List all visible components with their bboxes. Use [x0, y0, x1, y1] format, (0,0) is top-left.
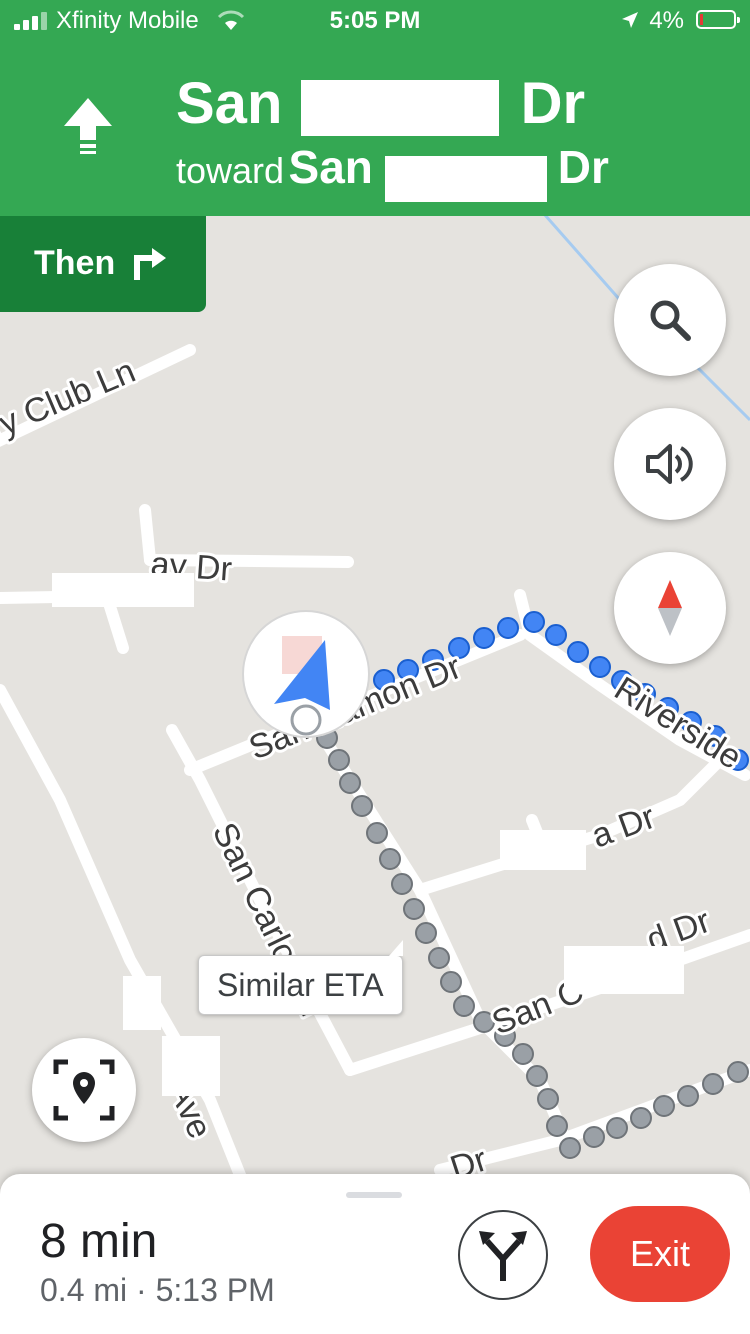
- volume-icon: [646, 444, 693, 484]
- status-bar: Xfinity Mobile 5:05 PM 4%: [0, 0, 750, 40]
- toward-label: toward: [176, 150, 285, 191]
- then-label: Then: [34, 244, 116, 282]
- next-maneuver-card[interactable]: Then: [0, 216, 206, 312]
- battery-icon: [696, 10, 740, 29]
- straight-arrow-icon: [64, 98, 112, 154]
- recenter-button[interactable]: [32, 1038, 136, 1142]
- primary-street-suffix: Dr: [520, 71, 586, 136]
- trip-details: 0.4 mi · 5:13 PM: [40, 1272, 275, 1308]
- redacted-text: [385, 155, 548, 202]
- search-button[interactable]: [614, 264, 726, 376]
- fork-routes-icon: [479, 1231, 527, 1281]
- toward-street-prefix: San: [288, 141, 373, 193]
- trip-summary-sheet[interactable]: 8 min 0.4 mi · 5:13 PM Exit: [0, 1174, 750, 1334]
- trip-duration: 8 min: [40, 1215, 158, 1268]
- toward-street: toward San Dr: [176, 140, 609, 202]
- recenter-location-icon: [53, 1059, 115, 1121]
- search-icon: [650, 300, 691, 341]
- alternate-routes-button[interactable]: [458, 1210, 548, 1300]
- location-services-icon: [622, 12, 638, 28]
- primary-street-prefix: San: [176, 71, 283, 136]
- exit-navigation-button[interactable]: Exit: [590, 1206, 730, 1302]
- compass-icon: [658, 580, 682, 636]
- sound-button[interactable]: [614, 408, 726, 520]
- toward-street-suffix: Dr: [557, 141, 609, 193]
- redacted-text: [300, 79, 499, 136]
- similar-eta-callout[interactable]: Similar ETA: [198, 940, 403, 1015]
- compass-button[interactable]: [614, 552, 726, 664]
- current-location-marker: [242, 610, 370, 738]
- turn-right-arrow-icon: [134, 248, 166, 280]
- primary-street-name: San Dr: [176, 70, 585, 137]
- drag-handle[interactable]: [346, 1192, 402, 1198]
- battery-percentage: 4%: [649, 7, 684, 34]
